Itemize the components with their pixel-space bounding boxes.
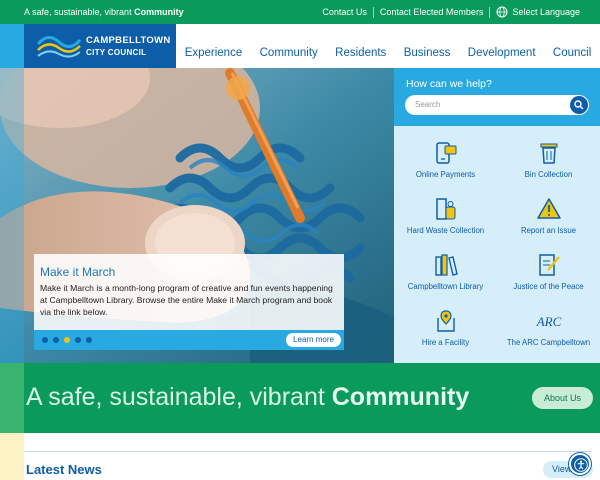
- service-label: Bin Collection: [524, 170, 573, 179]
- latest-news-heading: Latest News: [26, 462, 102, 477]
- search-button[interactable]: [570, 96, 588, 114]
- slide-caption: Make it March Make it March is a month-l…: [34, 254, 344, 330]
- topbar-tagline: A safe, sustainable, vibrant Community: [24, 7, 184, 17]
- banner-text-bold: Community: [331, 383, 470, 411]
- service-label: Hard Waste Collection: [406, 226, 485, 235]
- help-heading: How can we help?: [406, 78, 492, 90]
- location-pin-icon: [436, 310, 455, 332]
- banner-strip: [0, 363, 24, 433]
- nav-experience[interactable]: Experience: [185, 47, 243, 59]
- nav-business[interactable]: Business: [404, 47, 451, 59]
- council-logo[interactable]: CAMPBELLTOWN CITY COUNCIL: [24, 24, 176, 68]
- tagline-bold: Community: [134, 7, 184, 17]
- service-label: Justice of the Peace: [513, 282, 584, 291]
- banner-text: A safe, sustainable, vibrant Community: [26, 383, 469, 412]
- arc-logo-icon: ARC: [535, 314, 561, 329]
- nav-community[interactable]: Community: [260, 47, 318, 59]
- contact-us-link[interactable]: Contact Us: [316, 7, 373, 17]
- slide-title[interactable]: Make it March: [40, 265, 338, 279]
- service-label: The ARC Campbelltown: [506, 338, 591, 347]
- logo-line-2: CITY COUNCIL: [86, 48, 147, 57]
- service-hire-facility[interactable]: Hire a Facility: [394, 294, 497, 350]
- accessibility-icon: [574, 458, 588, 472]
- slide-dot-active[interactable]: [64, 337, 70, 343]
- slide-dot[interactable]: [42, 337, 48, 343]
- header-accent: [0, 24, 24, 68]
- hero-left-strip: [0, 68, 24, 363]
- top-bar: A safe, sustainable, vibrant Community C…: [0, 0, 600, 24]
- accessibility-button[interactable]: [569, 453, 591, 475]
- service-arc[interactable]: ARC The ARC Campbelltown: [497, 294, 600, 350]
- search-input[interactable]: Search: [405, 95, 589, 115]
- select-language-link[interactable]: Select Language: [512, 7, 586, 17]
- help-panel: How can we help? Search: [394, 68, 600, 126]
- bin-icon: [540, 143, 557, 164]
- service-bin-collection[interactable]: Bin Collection: [497, 126, 600, 182]
- slide-description: Make it March is a month-long program of…: [40, 283, 333, 317]
- nav-residents[interactable]: Residents: [335, 47, 386, 59]
- slide-dot[interactable]: [75, 337, 81, 343]
- slider-controls: Learn more: [34, 330, 344, 350]
- service-label: Report an Issue: [520, 226, 577, 235]
- nav-council[interactable]: Council: [553, 47, 591, 59]
- payment-icon: [435, 142, 456, 164]
- service-label: Online Payments: [415, 170, 476, 179]
- books-icon: [434, 254, 458, 276]
- service-tiles: Online Payments Bin Collection Hard Wast…: [394, 126, 600, 363]
- about-us-button[interactable]: About Us: [532, 387, 593, 409]
- learn-more-button[interactable]: Learn more: [286, 333, 341, 347]
- warning-icon: [536, 198, 561, 219]
- bottom-accent: [0, 433, 24, 480]
- slider-dots: [42, 337, 97, 343]
- document-pen-icon: [538, 254, 560, 276]
- service-label: Hire a Facility: [421, 338, 470, 347]
- community-banner: A safe, sustainable, vibrant Community A…: [0, 363, 600, 433]
- wave-logo-icon: [36, 36, 82, 58]
- nav-development[interactable]: Development: [468, 47, 536, 59]
- banner-text-prefix: A safe, sustainable, vibrant: [26, 383, 332, 411]
- arc-logo-text: ARC: [535, 314, 561, 329]
- tagline-text: A safe, sustainable, vibrant: [24, 7, 135, 17]
- globe-icon[interactable]: [496, 6, 508, 18]
- slide-dot[interactable]: [86, 337, 92, 343]
- main-nav: Experience Community Residents Business …: [176, 24, 600, 68]
- service-online-payments[interactable]: Online Payments: [394, 126, 497, 182]
- contact-elected-members-link[interactable]: Contact Elected Members: [374, 7, 490, 17]
- divider: [489, 6, 491, 18]
- service-report-issue[interactable]: Report an Issue: [497, 182, 600, 238]
- service-hard-waste[interactable]: Hard Waste Collection: [394, 182, 497, 238]
- service-label: Campbelltown Library: [407, 282, 484, 291]
- hard-waste-icon: [435, 198, 455, 220]
- service-library[interactable]: Campbelltown Library: [394, 238, 497, 294]
- search-placeholder: Search: [415, 100, 441, 109]
- topbar-links: Contact Us Contact Elected Members Selec…: [316, 6, 586, 18]
- slide-dot[interactable]: [53, 337, 59, 343]
- logo-line-1: CAMPBELLTOWN: [86, 35, 171, 46]
- search-icon: [574, 100, 584, 110]
- service-justice-peace[interactable]: Justice of the Peace: [497, 238, 600, 294]
- divider: [24, 451, 592, 452]
